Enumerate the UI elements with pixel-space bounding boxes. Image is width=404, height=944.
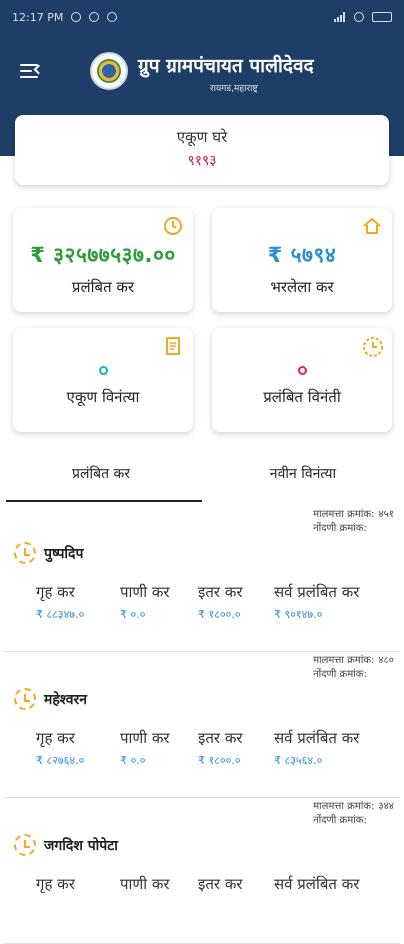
house-tax-value: ₹ ८२७६४.० (36, 754, 85, 767)
entry-meta: मालमत्ता क्रमांक: ४८० नोंदणी क्रमांक: (313, 654, 394, 682)
property-no-value: ३४४ (378, 801, 394, 812)
owner: महेश्वरन (14, 688, 87, 710)
gram-panchayat-logo (90, 52, 128, 90)
notification-icon (71, 12, 82, 22)
water-tax-value: ₹ ०.० (120, 608, 146, 621)
other-tax-header: इतर कर (198, 583, 243, 601)
house-tax-header: गृह कर (36, 729, 75, 747)
paid-tax-label: भरलेला कर (270, 278, 334, 296)
receipt-icon (163, 336, 183, 356)
total-requests-label: एकूण विनंत्या (66, 388, 140, 406)
property-no-value: ४८० (378, 655, 394, 666)
clock-icon (14, 542, 36, 564)
menu-icon[interactable] (20, 64, 44, 78)
owner: जगदिश पोपेटा (14, 834, 118, 856)
other-tax-header: इतर कर (198, 729, 243, 747)
app-icon (107, 12, 118, 22)
total-pending-header: सर्व प्रलंबित कर (274, 583, 360, 601)
water-tax-header: पाणी कर (120, 875, 170, 893)
total-houses-label: एकूण घरे (176, 128, 228, 146)
pending-requests-label: प्रलंबित विनंती (263, 388, 341, 406)
total-pending-header: सर्व प्रलंबित कर (274, 875, 360, 893)
owner-name: पुष्पदिप (44, 545, 84, 562)
total-houses-value: ९१९३ (187, 153, 217, 169)
pending-requests-value (297, 366, 307, 375)
pending-tax-list: मालमत्ता क्रमांक: ४५१ नोंदणी क्रमांक: पुष… (0, 506, 404, 944)
house-tax-value: ₹ ८८३४७.० (36, 608, 85, 621)
registration-no-label: नोंदणी क्रमांक: (313, 669, 367, 680)
house-tax-header: गृह कर (36, 875, 75, 893)
status-bar: 12:17 PM (0, 0, 404, 34)
other-tax-value: ₹ १८००.० (198, 608, 241, 621)
property-no-label: मालमत्ता क्रमांक: (313, 509, 375, 520)
total-requests-value (98, 366, 108, 375)
total-houses-card: एकूण घरे ९१९३ (15, 115, 389, 185)
total-pending-value: ₹ ९०१४७.० (274, 608, 323, 621)
water-tax-value: ₹ ०.० (120, 754, 146, 767)
registration-no-label: नोंदणी क्रमांक: (313, 523, 367, 534)
wifi-icon (354, 12, 364, 22)
owner-name: जगदिश पोपेटा (44, 837, 118, 854)
water-tax-header: पाणी कर (120, 583, 170, 601)
owner-name: महेश्वरन (44, 691, 88, 708)
pending-tax-tile[interactable]: ₹ ३२५७७५३७.०० प्रलंबित कर (13, 208, 193, 312)
paid-tax-value: ₹ ५७९४ (267, 243, 337, 267)
entry-meta: मालमत्ता क्रमांक: ३४४ नोंदणी क्रमांक: (313, 800, 394, 828)
property-no-label: मालमत्ता क्रमांक: (313, 655, 375, 666)
list-item[interactable]: मालमत्ता क्रमांक: ४८० नोंदणी क्रमांक: महे… (4, 652, 400, 798)
status-time: 12:17 PM (12, 10, 64, 24)
battery-icon (372, 12, 392, 22)
app-subtitle: रायगड,महाराष्ट्र (210, 84, 258, 94)
total-pending-header: सर्व प्रलंबित कर (274, 729, 360, 747)
tab-new-requests[interactable]: नवीन विनंत्या (202, 452, 404, 502)
list-item[interactable]: मालमत्ता क्रमांक: ३४४ नोंदणी क्रमांक: जगद… (4, 798, 400, 944)
tab-bar: प्रलंबित कर नवीन विनंत्या (0, 452, 404, 502)
clock-icon (14, 834, 36, 856)
water-tax-header: पाणी कर (120, 729, 170, 747)
entry-meta: मालमत्ता क्रमांक: ४५१ नोंदणी क्रमांक: (313, 508, 394, 536)
house-tax-header: गृह कर (36, 583, 75, 601)
property-no-label: मालमत्ता क्रमांक: (313, 801, 375, 812)
other-tax-header: इतर कर (198, 875, 243, 893)
history-icon (163, 216, 183, 236)
owner: पुष्पदिप (14, 542, 83, 564)
home-icon (362, 216, 382, 236)
pending-requests-tile[interactable]: प्रलंबित विनंती (212, 328, 392, 432)
clock-icon (14, 688, 36, 710)
other-tax-value: ₹ १८००.० (198, 754, 241, 767)
paid-tax-tile[interactable]: ₹ ५७९४ भरलेला कर (212, 208, 392, 312)
list-item[interactable]: मालमत्ता क्रमांक: ४५१ नोंदणी क्रमांक: पुष… (4, 506, 400, 652)
total-requests-tile[interactable]: एकूण विनंत्या (13, 328, 193, 432)
pending-tax-value: ₹ ३२५७७५३७.०० (30, 243, 176, 267)
registration-no-label: नोंदणी क्रमांक: (313, 815, 367, 826)
tab-pending-tax[interactable]: प्रलंबित कर (0, 452, 202, 502)
whatsapp-icon (89, 12, 100, 22)
property-no-value: ४५१ (378, 509, 394, 520)
total-pending-value: ₹ ८३५६४.० (274, 754, 323, 767)
signal-icon (334, 12, 346, 22)
pending-tax-label: प्रलंबित कर (71, 278, 135, 296)
app-title: ग्रुप ग्रामपंचायत पालीदेवद (138, 55, 314, 77)
clock-icon (362, 336, 383, 357)
